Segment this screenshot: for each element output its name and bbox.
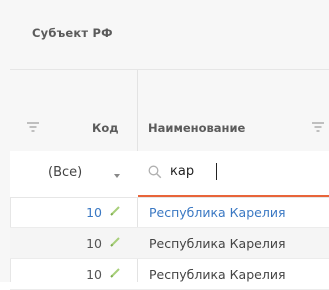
name-cell[interactable]: Республика Карелия	[149, 205, 285, 220]
code-cell[interactable]: 10	[86, 205, 102, 220]
search-icon	[148, 165, 162, 179]
column-group-header: Субъект РФ	[10, 0, 329, 70]
column-filter-icon[interactable]	[311, 122, 325, 132]
code-filter-select[interactable]: (Все)	[48, 165, 82, 180]
pencil-icon[interactable]	[110, 267, 121, 278]
column-header-code[interactable]: Код	[92, 121, 119, 135]
name-cell: Республика Карелия	[149, 267, 286, 282]
column-header-name[interactable]: Наименование	[148, 121, 245, 135]
name-search-input[interactable]	[138, 152, 329, 197]
column-filter-icon[interactable]	[26, 122, 40, 132]
chevron-down-icon[interactable]	[114, 174, 120, 178]
pencil-icon[interactable]	[110, 205, 121, 216]
pencil-icon[interactable]	[110, 236, 121, 247]
code-cell: 10	[86, 236, 102, 251]
code-cell: 10	[86, 267, 102, 282]
text-caret	[216, 163, 217, 180]
group-header-label: Субъект РФ	[32, 26, 113, 40]
search-input-value[interactable]: кар	[170, 164, 194, 179]
data-grid: Субъект РФ Код Наименование (Все) кар 10…	[0, 0, 329, 290]
name-cell: Республика Карелия	[149, 236, 286, 251]
column-headers	[10, 70, 329, 152]
